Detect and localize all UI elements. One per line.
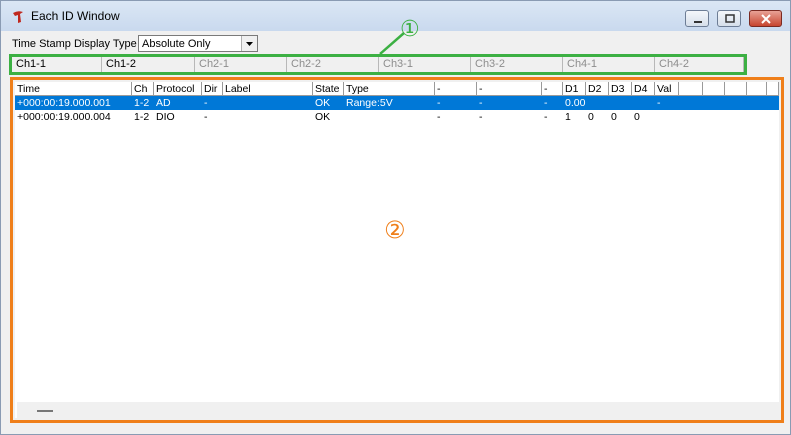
tab-ch1-2[interactable]: Ch1-2 (102, 57, 195, 72)
channel-tabs: Ch1-1 Ch1-2 Ch2-1 Ch2-2 Ch3-1 Ch3-2 Ch4-1 Ch4-2 (9, 54, 747, 75)
close-icon (761, 14, 771, 24)
table-cell: 1 (565, 111, 571, 123)
table-cell: - (657, 97, 661, 109)
minimize-button[interactable] (685, 10, 709, 27)
tab-ch4-2[interactable]: Ch4-2 (655, 57, 744, 72)
red-figure-icon (13, 11, 23, 23)
close-button[interactable] (749, 10, 782, 27)
maximize-icon (725, 14, 735, 23)
column-header[interactable] (679, 82, 703, 96)
table-cell: 0 (588, 111, 594, 123)
column-header[interactable]: - (435, 82, 477, 96)
table-cell (344, 110, 435, 124)
annotation-marker-1: ① (400, 17, 420, 42)
table-cell: - (204, 111, 208, 123)
table-cell: 0 (611, 111, 617, 123)
window-title: Each ID Window (31, 9, 120, 23)
table-cell: OK (315, 111, 331, 123)
table-cell: 0 (634, 111, 640, 123)
column-header[interactable]: - (477, 82, 542, 96)
column-header[interactable]: Ch (132, 82, 154, 96)
table-cell (767, 110, 779, 124)
table-cell: 1-2 (134, 97, 150, 109)
table-cell (632, 96, 655, 110)
table-cell: - (544, 97, 548, 109)
table-cell: - (437, 97, 441, 109)
table-cell: - (544, 111, 548, 123)
data-grid-frame: Time Ch Protocol Dir Label State Type - - - D1 D2 D3… (10, 77, 784, 423)
column-header[interactable] (767, 82, 779, 96)
column-header[interactable]: D3 (609, 82, 632, 96)
data-grid[interactable]: Time Ch Protocol Dir Label State Type - - - D1 D2 D3… (15, 82, 781, 418)
tab-ch3-1[interactable]: Ch3-1 (379, 57, 471, 72)
column-header[interactable]: D1 (563, 82, 586, 96)
table-cell (655, 110, 679, 124)
minimize-icon (694, 21, 702, 23)
table-cell (586, 96, 609, 110)
status-indicator-icon (37, 410, 53, 412)
table-cell: - (479, 97, 483, 109)
column-header[interactable]: D4 (632, 82, 655, 96)
tab-ch2-1[interactable]: Ch2-1 (195, 57, 287, 72)
table-cell: 0.001 (565, 97, 586, 109)
tab-ch1-1[interactable]: Ch1-1 (12, 57, 102, 72)
table-cell: Range:5V (346, 97, 393, 109)
table-cell (767, 96, 779, 110)
tab-ch4-1[interactable]: Ch4-1 (563, 57, 655, 72)
table-cell: 1-2 (134, 111, 150, 123)
annotation-marker-2: ② (384, 216, 406, 244)
timestamp-display-label: Time Stamp Display Type (12, 38, 137, 50)
table-cell (703, 110, 725, 124)
column-header[interactable] (725, 82, 747, 96)
column-header[interactable]: Val (655, 82, 679, 96)
title-bar[interactable]: Each ID Window (1, 1, 790, 31)
column-header[interactable]: D2 (586, 82, 609, 96)
table-cell (679, 110, 703, 124)
table-cell: +000:00:19.000.004 (17, 111, 111, 123)
column-header[interactable] (703, 82, 725, 96)
table-cell (223, 110, 313, 124)
table-cell (747, 110, 767, 124)
tab-ch2-2[interactable]: Ch2-2 (287, 57, 379, 72)
chevron-down-icon[interactable] (241, 36, 257, 51)
column-header[interactable]: Label (223, 82, 313, 96)
tab-ch3-2[interactable]: Ch3-2 (471, 57, 563, 72)
table-cell (747, 96, 767, 110)
table-cell (679, 96, 703, 110)
table-row[interactable]: +000:00:19.000.004 1-2 DIO - OK - - - 1 0 0 0 (15, 110, 779, 124)
column-header[interactable]: Dir (202, 82, 223, 96)
column-header[interactable]: - (542, 82, 563, 96)
column-header[interactable] (747, 82, 767, 96)
column-header[interactable]: State (313, 82, 344, 96)
table-cell (703, 96, 725, 110)
column-header[interactable]: Protocol (154, 82, 202, 96)
table-cell: OK (315, 97, 331, 109)
table-cell (725, 110, 747, 124)
table-cell: - (204, 97, 208, 109)
column-header[interactable]: Type (344, 82, 435, 96)
timestamp-display-select[interactable]: Absolute Only (138, 35, 258, 52)
status-bar (17, 402, 781, 418)
table-cell: - (437, 111, 441, 123)
table-cell: DIO (156, 111, 175, 123)
table-cell (223, 96, 313, 110)
maximize-button[interactable] (717, 10, 741, 27)
table-cell: +000:00:19.000.001 (17, 97, 111, 109)
table-row[interactable]: +000:00:19.000.001 1-2 AD - OK Range:5V - - - 0.0… (15, 96, 779, 110)
each-id-window: Each ID Window Time Stamp Display Type A… (0, 0, 791, 435)
table-cell (725, 96, 747, 110)
column-header[interactable]: Time (15, 82, 132, 96)
table-cell (609, 96, 632, 110)
table-cell: AD (156, 97, 171, 109)
timestamp-display-value: Absolute Only (142, 38, 211, 50)
table-cell: - (479, 111, 483, 123)
